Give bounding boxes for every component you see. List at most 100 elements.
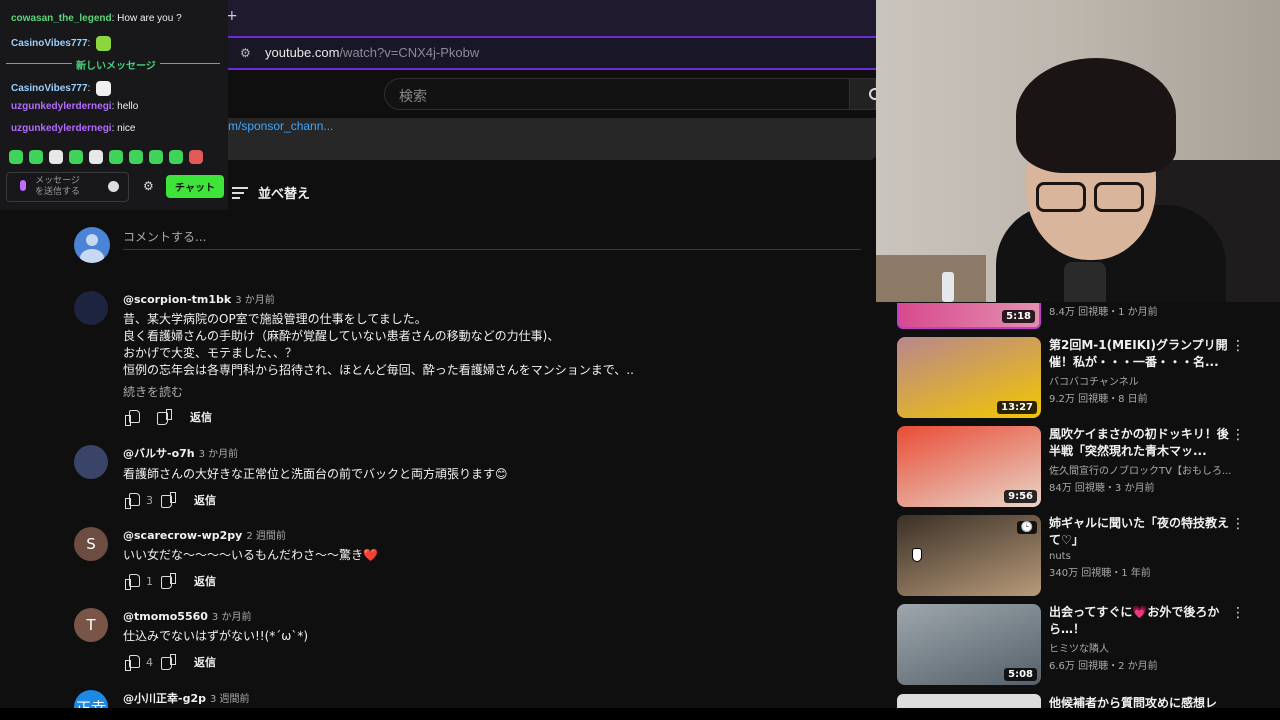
video-thumbnail[interactable] xyxy=(897,694,1041,708)
video-meta: 9.2万 回視聴・8 日前 xyxy=(1049,394,1148,405)
comment-author[interactable]: @scarecrow-wp2py xyxy=(123,529,242,542)
video-title[interactable]: 風吹ケイまさかの初ドッキリ！後半戦「突然現れた青木マッ... xyxy=(1049,426,1239,460)
comment-text-line: 看護師さんの大好きな正常位と洗面台の前でバックと両方頑張ります😊 xyxy=(123,467,508,481)
commenter-avatar[interactable]: S xyxy=(74,527,108,561)
chat-username[interactable]: uzgunkedylerdernegi xyxy=(11,101,112,112)
sort-icon xyxy=(232,186,248,199)
video-title[interactable]: 出会ってすぐに💗お外で後ろから…！ xyxy=(1049,604,1239,638)
chat-message-input[interactable]: メッセージ を送信する xyxy=(6,172,129,202)
more-options-icon[interactable] xyxy=(1231,605,1245,622)
chat-username[interactable]: uzgunkedylerdernegi xyxy=(11,123,112,134)
like-count: 4 xyxy=(146,655,153,669)
webcam-feed xyxy=(876,0,1280,302)
comment-author[interactable]: @scorpion-tm1bk xyxy=(123,293,231,306)
emote-bar[interactable] xyxy=(9,150,203,164)
like-icon[interactable] xyxy=(123,491,141,509)
dislike-icon[interactable] xyxy=(160,653,178,671)
emote-icon[interactable] xyxy=(89,150,103,164)
mouse-cursor xyxy=(912,548,922,562)
comment-text-line: おかげで大変、モテました、、？ xyxy=(123,346,298,360)
chat-message: uzgunkedylerdernegi: nice xyxy=(11,123,136,134)
comment-timestamp[interactable]: 3 週間前 xyxy=(210,694,250,705)
chat-send-button[interactable]: チャット xyxy=(166,175,224,198)
reply-button[interactable]: 返信 xyxy=(194,573,216,589)
emote-icon[interactable] xyxy=(109,150,123,164)
emote-icon[interactable] xyxy=(9,150,23,164)
emote-icon[interactable] xyxy=(149,150,163,164)
screen: + ⚙ youtube.com/watch?v=CNX4j-Pkobw 検索 m… xyxy=(0,0,1280,720)
more-options-icon[interactable] xyxy=(1231,427,1245,444)
comment-timestamp[interactable]: 3 か月前 xyxy=(235,295,275,306)
comment-text: 仕込みでないはずがない!!(*´ω`*) xyxy=(123,628,863,645)
chat-username[interactable]: CasinoVibes777 xyxy=(11,38,88,49)
chat-emote-icon xyxy=(96,81,112,96)
comment-text-line: いい女だな〜〜〜〜いるもんだわさ〜〜驚き❤️ xyxy=(123,548,378,562)
more-options-icon[interactable] xyxy=(1231,338,1245,355)
video-thumbnail[interactable]: 9:56 xyxy=(897,426,1041,507)
gear-icon[interactable]: ⚙ xyxy=(143,179,154,193)
video-channel[interactable]: ヒミツな隣人 xyxy=(1049,640,1239,655)
comment-input[interactable]: コメントする... xyxy=(123,228,861,250)
reply-button[interactable]: 返信 xyxy=(194,654,216,670)
video-title[interactable]: 第2回M-1(MEIKI)グランプリ開催！私が・・・一番・・・名... xyxy=(1049,337,1239,371)
chat-text: How are you ? xyxy=(117,13,182,24)
reply-button[interactable]: 返信 xyxy=(190,409,212,425)
commenter-avatar[interactable] xyxy=(74,445,108,479)
search-button[interactable] xyxy=(850,78,881,110)
video-meta: 8.4万 回視聴・1 か月前 xyxy=(1049,307,1158,318)
video-channel[interactable]: nuts xyxy=(1049,551,1239,562)
comment-actions: 3 返信 xyxy=(123,491,863,509)
chat-emote-icon xyxy=(96,36,112,51)
video-channel[interactable]: 佐久間宣行のノブロックTV【おもしろ... xyxy=(1049,462,1239,477)
comment-timestamp[interactable]: 2 週間前 xyxy=(246,531,286,542)
new-messages-divider: 新しいメッセージ xyxy=(6,57,220,72)
comment-body: @バルサ-o7h 3 か月前看護師さんの大好きな正常位と洗面台の前でバックと両方頑… xyxy=(123,445,863,509)
sort-button[interactable]: 並べ替え xyxy=(232,183,310,202)
comment-text-line: 恒例の忘年会は各専門科から招待され、ほとんど毎回、酔った看護婦さんをマンションま… xyxy=(123,363,634,377)
more-options-icon[interactable] xyxy=(1231,516,1245,533)
comment-timestamp[interactable]: 3 か月前 xyxy=(199,449,239,460)
search-input[interactable]: 検索 xyxy=(384,78,850,110)
commenter-avatar[interactable]: T xyxy=(74,608,108,642)
webcam-bottle xyxy=(942,272,954,302)
comment-actions: 4 返信 xyxy=(123,653,863,671)
dislike-icon[interactable] xyxy=(160,572,178,590)
microphone-icon[interactable] xyxy=(20,180,26,191)
comment-author[interactable]: @tmomo5560 xyxy=(123,610,208,623)
dislike-icon[interactable] xyxy=(160,491,178,509)
like-icon[interactable] xyxy=(123,572,141,590)
video-thumbnail[interactable]: 5:18 xyxy=(897,303,1041,329)
video-thumbnail[interactable]: 5:08 xyxy=(897,604,1041,685)
video-thumbnail[interactable]: 13:27 xyxy=(897,337,1041,418)
emote-icon[interactable] xyxy=(129,150,143,164)
comment-timestamp[interactable]: 3 か月前 xyxy=(212,612,252,623)
stream-chat: cowasan_the_legend: How are you ? CasinoV… xyxy=(0,0,228,210)
video-channel[interactable]: バコバコチャンネル xyxy=(1049,373,1239,388)
emoji-icon[interactable] xyxy=(108,181,119,192)
emote-icon[interactable] xyxy=(69,150,83,164)
watch-later-icon[interactable]: 🕒 xyxy=(1016,521,1037,534)
emote-icon[interactable] xyxy=(29,150,43,164)
like-icon[interactable] xyxy=(123,408,141,426)
site-settings-icon[interactable]: ⚙ xyxy=(240,46,251,60)
emote-icon[interactable] xyxy=(49,150,63,164)
chat-username[interactable]: cowasan_the_legend xyxy=(11,13,112,24)
comment-body: @小川正幸-g2p 3 週間前 xyxy=(123,690,863,706)
reply-button[interactable]: 返信 xyxy=(194,492,216,508)
webcam-microphone xyxy=(1064,262,1106,302)
video-duration: 5:08 xyxy=(1004,668,1037,681)
read-more-link[interactable]: 続きを読む xyxy=(123,383,863,400)
video-title[interactable]: 姉ギャルに聞いた「夜の特技教えて♡」 xyxy=(1049,515,1239,549)
comment-author[interactable]: @バルサ-o7h xyxy=(123,447,195,460)
emote-icon[interactable] xyxy=(169,150,183,164)
commenter-avatar[interactable] xyxy=(74,291,108,325)
chat-message: cowasan_the_legend: How are you ? xyxy=(11,13,182,24)
comment-author[interactable]: @小川正幸-g2p xyxy=(123,692,206,705)
url-text[interactable]: youtube.com/watch?v=CNX4j-Pkobw xyxy=(265,45,479,60)
address-bar[interactable]: ⚙ youtube.com/watch?v=CNX4j-Pkobw xyxy=(228,36,876,70)
sponsor-link[interactable]: m/sponsor_chann... xyxy=(228,119,333,133)
chat-username[interactable]: CasinoVibes777 xyxy=(11,83,88,94)
dislike-icon[interactable] xyxy=(156,408,174,426)
emote-icon[interactable] xyxy=(189,150,203,164)
like-icon[interactable] xyxy=(123,653,141,671)
